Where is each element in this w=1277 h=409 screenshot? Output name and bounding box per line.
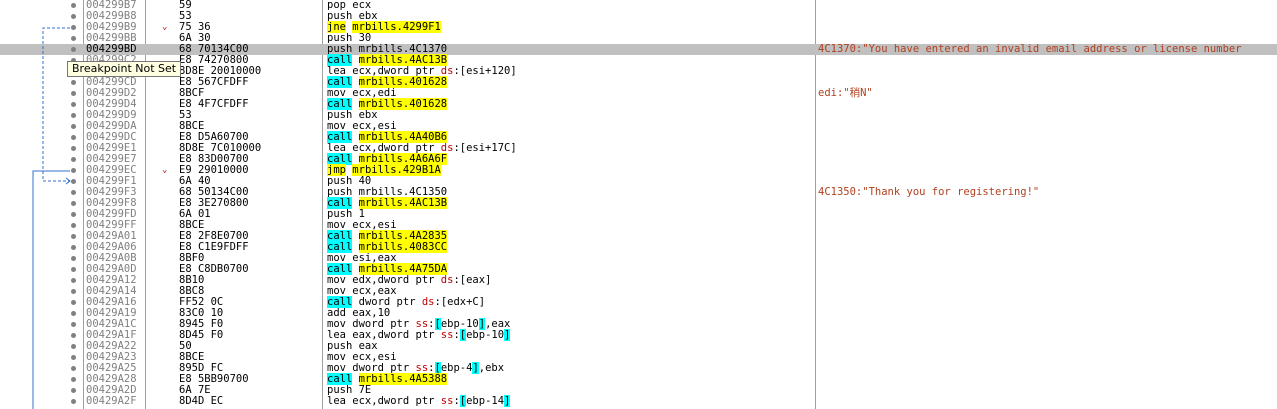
comment: 4C1350:"Thank you for registering!": [818, 186, 1040, 198]
instruction-row[interactable]: 00429A2F 8D4D EC lea ecx,dword ptr ss:[ebp…: [0, 395, 1277, 407]
comment: 4C1370:"You have entered an invalid emai…: [818, 43, 1242, 55]
instruction-token: lea ecx,dword ptr: [327, 395, 441, 407]
instruction-token: mrbills.4A5388: [358, 373, 448, 385]
instruction-token: mrbills.4AC13B: [358, 197, 448, 209]
instruction-token: ds: [440, 274, 454, 286]
jump-arrow-jmp: [32, 170, 70, 409]
instruction-token: ds: [421, 296, 435, 308]
breakpoint-tooltip: Breakpoint Not Set: [67, 61, 182, 77]
instruction-token: :[eax]: [453, 274, 492, 286]
instruction-token: :[esi+17C]: [453, 142, 517, 154]
instruction-token: :[edx+C]: [434, 296, 486, 308]
instruction-token: :: [453, 329, 460, 341]
comment: edi:"稍N": [818, 87, 873, 99]
instruction-token: ss: [440, 395, 454, 407]
jump-arrow-jne: [42, 27, 70, 182]
disassembly-view[interactable]: 004299B7 59 pop ecx 004299B8 53 push ebx 00429…: [0, 0, 1277, 409]
instruction-token: ,ebx: [478, 362, 505, 374]
opcode-bytes: 8D4D EC: [179, 395, 224, 407]
instruction-token: ]: [504, 329, 511, 341]
instruction-token: ss: [440, 329, 454, 341]
instruction-token: ebp-14: [466, 395, 505, 407]
instruction-text: lea ecx,dword ptr ss:[ebp-14]: [327, 395, 511, 407]
instruction-token: :: [453, 395, 460, 407]
instruction-token: ]: [504, 395, 511, 407]
jump-marker-icon: ⌄: [162, 165, 168, 175]
address: 00429A2F: [86, 395, 137, 407]
jump-marker-icon: ⌄: [162, 22, 168, 32]
instruction-token: :[esi+120]: [453, 65, 517, 77]
instruction-token: ebp-10: [466, 329, 505, 341]
